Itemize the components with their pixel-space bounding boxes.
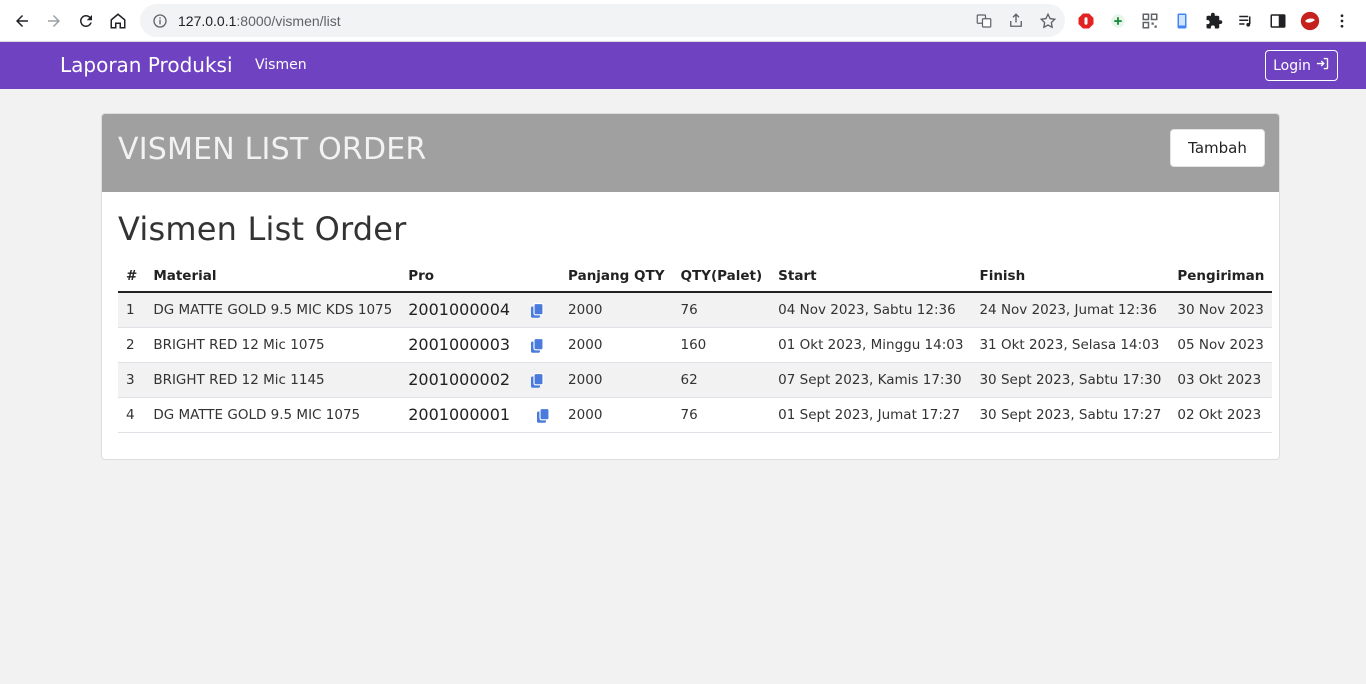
media-queue-icon[interactable] <box>1236 11 1256 31</box>
row-material: BRIGHT RED 12 Mic 1145 <box>145 362 401 398</box>
url-text: 127.0.0.1:8000/vismen/list <box>178 13 341 29</box>
url-host: 127.0.0.1 <box>178 12 237 29</box>
page-title: Vismen List Order <box>118 210 407 248</box>
pro-number: 2001000003 <box>408 334 511 354</box>
row-finish: 30 Sept 2023, Sabtu 17:30 <box>971 362 1170 398</box>
side-panel-icon[interactable] <box>1268 11 1288 31</box>
row-pro: 2001000001 <box>400 397 561 433</box>
table-row: 3 BRIGHT RED 12 Mic 1145 2001000002 2000… <box>118 362 1273 398</box>
login-button-label: Login <box>1273 57 1311 74</box>
row-qty-palet: 76 <box>672 397 771 433</box>
row-pro: 2001000003 <box>400 327 561 363</box>
copy-icon[interactable] <box>528 372 546 390</box>
login-icon <box>1315 56 1330 75</box>
col-start-header: Start <box>770 260 972 293</box>
row-qty-palet: 76 <box>672 292 771 328</box>
app-navbar: Laporan Produksi Vismen Login <box>0 42 1366 89</box>
home-icon[interactable] <box>102 5 134 37</box>
copy-icon[interactable] <box>528 337 546 355</box>
address-bar[interactable]: 127.0.0.1:8000/vismen/list <box>140 4 1065 37</box>
row-finish: 30 Sept 2023, Sabtu 17:27 <box>971 397 1170 433</box>
forward-icon[interactable] <box>38 5 70 37</box>
browser-menu-icon[interactable] <box>1332 11 1352 31</box>
bookmark-star-icon[interactable] <box>1039 12 1057 30</box>
pro-number: 2001000004 <box>408 299 511 319</box>
row-finish: 24 Nov 2023, Jumat 12:36 <box>971 292 1170 328</box>
row-pengiriman: 03 Okt 2023 <box>1169 362 1273 398</box>
card-body: Vismen List Order # Material Pro Panjang… <box>102 192 1279 433</box>
col-material-header: Material <box>145 260 401 293</box>
row-pengiriman: 30 Nov 2023 <box>1169 292 1273 328</box>
brand-link[interactable]: Laporan Produksi <box>60 53 233 77</box>
row-start: 07 Sept 2023, Kamis 17:30 <box>770 362 972 398</box>
site-info-icon[interactable] <box>152 13 168 29</box>
row-panjang-qty: 2000 <box>560 292 673 328</box>
row-number: 3 <box>118 362 146 398</box>
row-panjang-qty: 2000 <box>560 327 673 363</box>
col-pengiriman-header: Pengiriman <box>1169 260 1273 293</box>
share-icon[interactable] <box>1007 12 1025 30</box>
reload-icon[interactable] <box>70 5 102 37</box>
table-row: 1 DG MATTE GOLD 9.5 MIC KDS 1075 2001000… <box>118 292 1273 328</box>
adblock-extension-icon[interactable] <box>1076 11 1096 31</box>
row-number: 2 <box>118 327 146 363</box>
profile-avatar-icon[interactable] <box>1300 11 1320 31</box>
row-number: 1 <box>118 292 146 328</box>
row-start: 01 Okt 2023, Minggu 14:03 <box>770 327 972 363</box>
translate-icon[interactable] <box>975 12 993 30</box>
col-panjang-qty-header: Panjang QTY <box>560 260 673 293</box>
col-qty-palet-header: QTY(Palet) <box>672 260 771 293</box>
nav-link-vismen[interactable]: Vismen <box>255 57 307 73</box>
col-pro-header: Pro <box>400 260 561 293</box>
table-header-row: # Material Pro Panjang QTY QTY(Palet) St… <box>118 260 1273 293</box>
card-header-title: VISMEN LIST ORDER <box>118 132 427 167</box>
row-finish: 31 Okt 2023, Selasa 14:03 <box>971 327 1170 363</box>
col-number-header: # <box>118 260 146 293</box>
row-pro: 2001000004 <box>400 292 561 328</box>
back-icon[interactable] <box>6 5 38 37</box>
row-start: 04 Nov 2023, Sabtu 12:36 <box>770 292 972 328</box>
pro-number: 2001000002 <box>408 369 511 389</box>
row-qty-palet: 160 <box>672 327 771 363</box>
extensions-puzzle-icon[interactable] <box>1204 11 1224 31</box>
order-table: # Material Pro Panjang QTY QTY(Palet) St… <box>118 260 1273 433</box>
vismen-card: VISMEN LIST ORDER Tambah Vismen List Ord… <box>101 113 1280 460</box>
plus-extension-icon[interactable] <box>1108 11 1128 31</box>
copy-icon[interactable] <box>528 302 546 320</box>
login-button[interactable]: Login <box>1265 50 1338 81</box>
card-header: VISMEN LIST ORDER Tambah <box>102 114 1279 192</box>
pro-number: 2001000001 <box>408 404 511 424</box>
row-material: DG MATTE GOLD 9.5 MIC 1075 <box>145 397 401 433</box>
extensions-area <box>1076 8 1352 34</box>
row-start: 01 Sept 2023, Jumat 17:27 <box>770 397 972 433</box>
phone-extension-icon[interactable] <box>1172 11 1192 31</box>
row-pengiriman: 02 Okt 2023 <box>1169 397 1273 433</box>
row-material: BRIGHT RED 12 Mic 1075 <box>145 327 401 363</box>
qr-code-icon[interactable] <box>1140 11 1160 31</box>
row-number: 4 <box>118 397 146 433</box>
row-panjang-qty: 2000 <box>560 397 673 433</box>
row-panjang-qty: 2000 <box>560 362 673 398</box>
url-path: :8000/vismen/list <box>236 12 341 29</box>
browser-toolbar: 127.0.0.1:8000/vismen/list <box>0 0 1366 42</box>
copy-icon[interactable] <box>534 407 552 425</box>
col-finish-header: Finish <box>971 260 1170 293</box>
table-row: 2 BRIGHT RED 12 Mic 1075 2001000003 2000… <box>118 327 1273 363</box>
row-qty-palet: 62 <box>672 362 771 398</box>
row-pengiriman: 05 Nov 2023 <box>1169 327 1273 363</box>
row-pro: 2001000002 <box>400 362 561 398</box>
table-row: 4 DG MATTE GOLD 9.5 MIC 1075 2001000001 … <box>118 397 1273 433</box>
row-material: DG MATTE GOLD 9.5 MIC KDS 1075 <box>145 292 401 328</box>
tambah-button[interactable]: Tambah <box>1170 129 1265 167</box>
